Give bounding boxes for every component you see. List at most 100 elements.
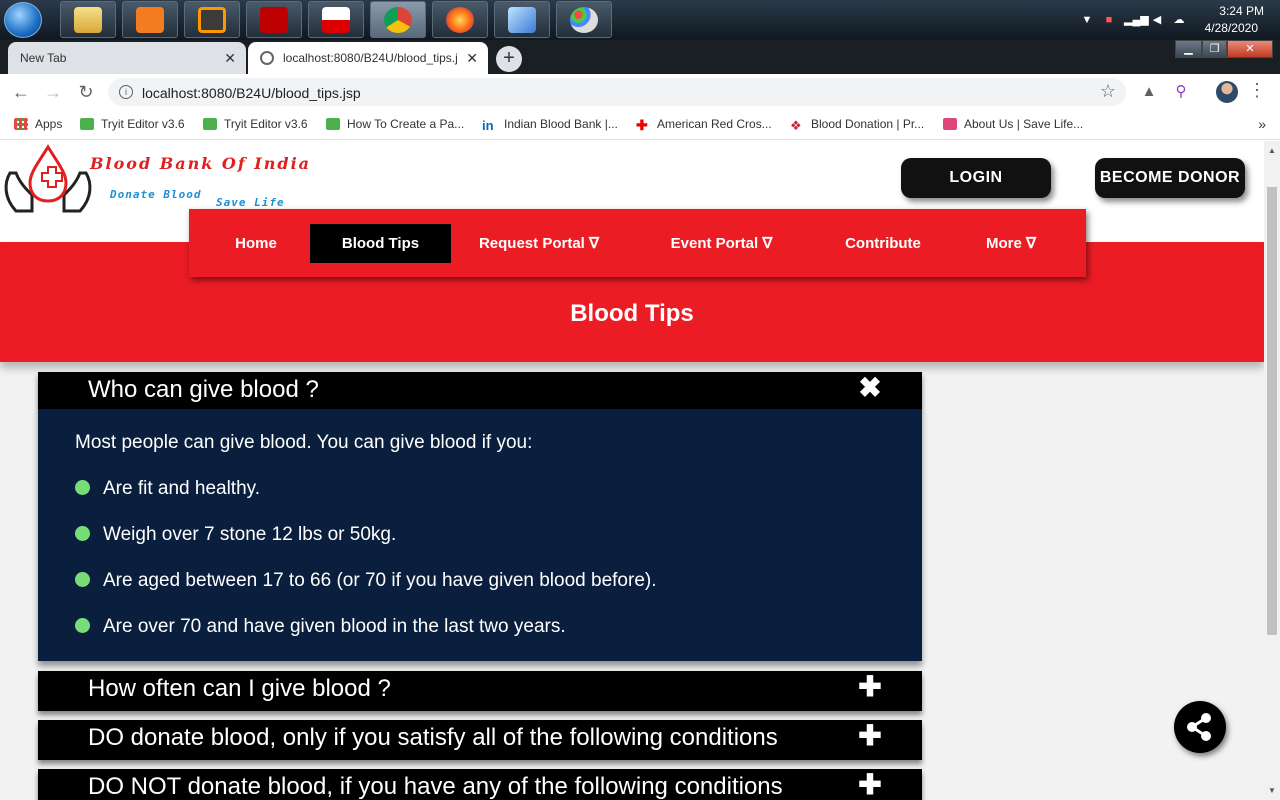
accordion-intro-text: Most people can give blood. You can give… [75, 432, 533, 453]
nav-more[interactable]: More ∇ [969, 224, 1053, 263]
bookmark-apps[interactable]: Apps [14, 117, 62, 131]
bookmark-how-to[interactable]: How To Create a Pa... [326, 117, 464, 131]
forward-arrow-icon[interactable]: → [41, 80, 65, 104]
logo-title: Blood Bank Of India [90, 154, 312, 173]
taskbar-virtualbox[interactable] [494, 1, 550, 38]
bullet-dot-icon [75, 526, 90, 541]
taskbar-chrome[interactable] [370, 1, 426, 38]
bookmark-red-cross[interactable]: ✚ American Red Cros... [636, 117, 772, 133]
taskbar-ms-project[interactable] [308, 1, 364, 38]
close-window-button[interactable]: ✕ [1227, 40, 1273, 58]
clock-time[interactable]: 3:24 PM [1219, 4, 1264, 18]
heart-icon [943, 118, 957, 130]
bookmark-indian-blood-bank[interactable]: in Indian Blood Bank |... [482, 117, 618, 133]
minimize-button[interactable]: ▁ [1175, 40, 1202, 58]
taskbar-sublime[interactable] [184, 1, 240, 38]
chrome-icon [384, 7, 412, 33]
list-item: Are aged between 17 to 66 (or 70 if you … [75, 570, 657, 592]
virtualbox-icon [508, 7, 536, 33]
w3schools-icon [326, 118, 340, 130]
taskbar-filezilla[interactable] [246, 1, 302, 38]
nav-request-portal[interactable]: Request Portal ∇ [469, 224, 609, 263]
blood-drop-icon: ❖ [790, 118, 802, 133]
scroll-up-icon[interactable]: ▲ [1268, 146, 1276, 155]
linkedin-icon: in [482, 118, 494, 133]
accordion-header-do-not-donate[interactable]: DO NOT donate blood, if you have any of … [38, 769, 922, 800]
taskbar-paint[interactable] [556, 1, 612, 38]
windows-taskbar: ▼ ■ ▂▄▆ ◀ ☁ 3:24 PM 4/28/2020 [0, 0, 1280, 40]
network-signal-icon[interactable]: ▂▄▆ [1124, 13, 1149, 27]
bookmark-blood-donation[interactable]: ❖ Blood Donation | Pr... [790, 117, 924, 133]
clock-date[interactable]: 4/28/2020 [1205, 21, 1258, 35]
tab-title: New Tab [20, 51, 67, 65]
logo-tagline-save: Save Life [216, 196, 285, 209]
bookmark-about-us[interactable]: About Us | Save Life... [943, 117, 1083, 131]
plus-icon[interactable]: ✚ [856, 722, 884, 750]
paint-icon [570, 7, 598, 33]
accordion-title: DO NOT donate blood, if you have any of … [88, 773, 783, 800]
logo-tagline-donate: Donate Blood [110, 188, 202, 201]
tab-blood-tips[interactable]: localhost:8080/B24U/blood_tips.j ✕ [248, 42, 488, 74]
site-info-icon[interactable]: i [119, 85, 133, 99]
browser-tab-strip: New Tab ✕ localhost:8080/B24U/blood_tips… [0, 40, 1280, 74]
folder-icon [74, 7, 102, 33]
scroll-thumb[interactable] [1267, 187, 1277, 635]
taskbar-file-explorer[interactable] [60, 1, 116, 38]
page-scrollbar[interactable]: ▲ ▼ [1264, 141, 1280, 800]
volume-icon[interactable]: ◀ [1150, 13, 1164, 27]
bullet-dot-icon [75, 480, 90, 495]
back-arrow-icon[interactable]: ← [9, 80, 33, 104]
scroll-down-icon[interactable]: ▼ [1268, 786, 1276, 795]
accordion-title: How often can I give blood ? [88, 675, 391, 702]
accordion-panel-who-can-give: Most people can give blood. You can give… [38, 409, 922, 661]
page-title: Blood Tips [570, 300, 694, 327]
accordion-title: DO donate blood, only if you satisfy all… [88, 724, 778, 751]
become-donor-button[interactable]: BECOME DONOR [1095, 158, 1245, 198]
share-button[interactable] [1174, 701, 1226, 753]
address-bar[interactable]: i localhost:8080/B24U/blood_tips.jsp ☆ [108, 78, 1126, 106]
plus-icon[interactable]: ✚ [856, 771, 884, 799]
tab-new-tab[interactable]: New Tab ✕ [8, 42, 246, 74]
profile-avatar[interactable] [1216, 81, 1238, 103]
bookmarks-bar: Apps Tryit Editor v3.6 Tryit Editor v3.6… [0, 110, 1280, 140]
blood-bank-logo-icon [4, 144, 92, 213]
antivirus-icon[interactable]: ■ [1102, 13, 1116, 27]
accordion-header-do-donate[interactable]: DO donate blood, only if you satisfy all… [38, 720, 922, 760]
firefox-icon [446, 7, 474, 33]
search-extension-icon[interactable]: ⚲ [1171, 82, 1191, 102]
tab-title: localhost:8080/B24U/blood_tips.j [283, 51, 458, 65]
accordion-header-who-can-give[interactable]: Who can give blood ? ✖ [38, 372, 922, 410]
drive-extension-icon[interactable]: ▲ [1139, 82, 1159, 102]
tray-expand-icon[interactable]: ▼ [1080, 13, 1094, 27]
apps-grid-icon [14, 118, 28, 130]
close-tab-icon[interactable]: ✕ [466, 50, 478, 67]
close-icon[interactable]: ✖ [856, 374, 884, 402]
bookmark-tryit-1[interactable]: Tryit Editor v3.6 [80, 117, 185, 131]
plus-icon[interactable]: ✚ [856, 673, 884, 701]
nav-home[interactable]: Home [219, 224, 293, 263]
nav-blood-tips[interactable]: Blood Tips [310, 224, 451, 263]
bookmark-star-icon[interactable]: ☆ [1100, 81, 1116, 102]
nav-event-portal[interactable]: Event Portal ∇ [659, 224, 784, 263]
browser-menu-icon[interactable]: ⋮ [1248, 80, 1266, 101]
more-bookmarks-icon[interactable]: » [1258, 116, 1266, 132]
login-button[interactable]: LOGIN [901, 158, 1051, 198]
taskbar-xampp[interactable] [122, 1, 178, 38]
taskbar-firefox[interactable] [432, 1, 488, 38]
new-tab-button[interactable]: + [496, 46, 522, 72]
cloud-icon[interactable]: ☁ [1172, 13, 1186, 27]
bullet-dot-icon [75, 618, 90, 633]
list-item: Are over 70 and have given blood in the … [75, 616, 566, 638]
globe-icon [260, 51, 274, 65]
bookmark-tryit-2[interactable]: Tryit Editor v3.6 [203, 117, 308, 131]
nav-contribute[interactable]: Contribute [829, 224, 937, 263]
accordion-header-how-often[interactable]: How often can I give blood ? ✚ [38, 671, 922, 711]
maximize-button[interactable]: ❐ [1202, 40, 1227, 58]
close-tab-icon[interactable]: ✕ [224, 50, 236, 67]
list-item: Are fit and healthy. [75, 478, 260, 500]
ms-project-icon [322, 7, 350, 33]
reload-icon[interactable]: ↻ [74, 80, 98, 104]
start-button[interactable] [4, 2, 42, 38]
url-text[interactable]: localhost:8080/B24U/blood_tips.jsp [142, 85, 361, 101]
share-icon [1187, 713, 1211, 741]
